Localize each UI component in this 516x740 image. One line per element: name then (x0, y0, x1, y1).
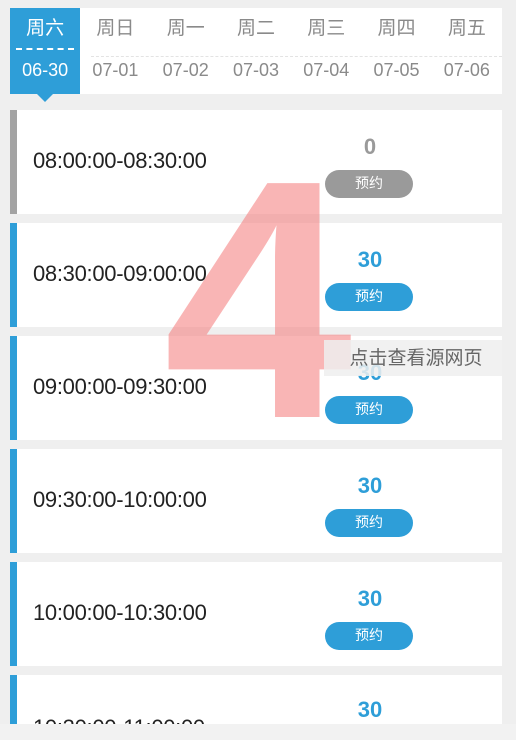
time-slot-list: 08:00:00-08:30:00 0 预约 08:30:00-09:00:00… (10, 110, 502, 740)
slot-capacity: 30 (357, 697, 383, 722)
view-source-link[interactable]: 点击查看源网页 (324, 340, 508, 376)
slot-capacity: 0 (363, 134, 377, 159)
day-tab-date: 07-01 (92, 60, 139, 80)
day-tab-date: 07-05 (373, 60, 420, 80)
bottom-edge (0, 724, 516, 740)
day-tab-thu[interactable]: 周四 07-05 (361, 8, 431, 94)
book-button[interactable]: 预约 (325, 283, 413, 311)
time-slot-card: 08:00:00-08:30:00 0 预约 (10, 110, 502, 214)
day-tab-weekday: 周二 (236, 17, 275, 39)
day-tab-date: 06-30 (22, 60, 69, 80)
day-tab-weekday: 周五 (447, 17, 486, 39)
slot-time: 10:00:00-10:30:00 (33, 600, 207, 625)
day-tab-weekday: 周日 (96, 17, 135, 39)
book-button[interactable]: 预约 (325, 622, 413, 650)
tab-divider (91, 56, 502, 57)
day-tab-sun[interactable]: 周日 07-01 (80, 8, 150, 94)
time-slot-card: 08:30:00-09:00:00 30 预约 (10, 223, 502, 327)
slot-capacity: 30 (357, 247, 383, 272)
book-button[interactable]: 预约 (325, 509, 413, 537)
slot-capacity: 30 (357, 473, 383, 498)
time-slot-card: 10:00:00-10:30:00 30 预约 (10, 562, 502, 666)
day-tab-wed[interactable]: 周三 07-04 (291, 8, 361, 94)
day-tab-date: 07-04 (303, 60, 350, 80)
time-slot-card: 09:30:00-10:00:00 30 预约 (10, 449, 502, 553)
day-tab-weekday: 周六 (26, 17, 65, 39)
day-tab-tue[interactable]: 周二 07-03 (221, 8, 291, 94)
slot-time: 08:00:00-08:30:00 (33, 148, 207, 173)
day-tabs: 周六 06-30 周日 07-01 周一 07-02 周二 07-03 周三 0… (10, 8, 502, 102)
day-tab-sat[interactable]: 周六 06-30 (10, 8, 81, 102)
slot-time: 08:30:00-09:00:00 (33, 261, 207, 286)
book-button[interactable]: 预约 (325, 396, 413, 424)
day-tab-weekday: 周三 (307, 17, 346, 39)
day-tab-mon[interactable]: 周一 07-02 (151, 8, 221, 94)
slot-capacity: 30 (357, 586, 383, 611)
selected-arrow-icon (37, 94, 54, 102)
day-tab-fri[interactable]: 周五 07-06 (432, 8, 502, 94)
day-tab-date: 07-06 (443, 60, 490, 80)
book-button[interactable]: 预约 (325, 170, 413, 198)
day-tab-date: 07-03 (232, 60, 279, 80)
slot-time: 09:30:00-10:00:00 (33, 487, 207, 512)
day-tab-weekday: 周四 (377, 17, 416, 39)
day-tab-date: 07-02 (162, 60, 209, 80)
day-tab-weekday: 周一 (166, 17, 205, 39)
day-tab-divider (16, 48, 75, 50)
slot-time: 09:00:00-09:30:00 (33, 374, 207, 399)
